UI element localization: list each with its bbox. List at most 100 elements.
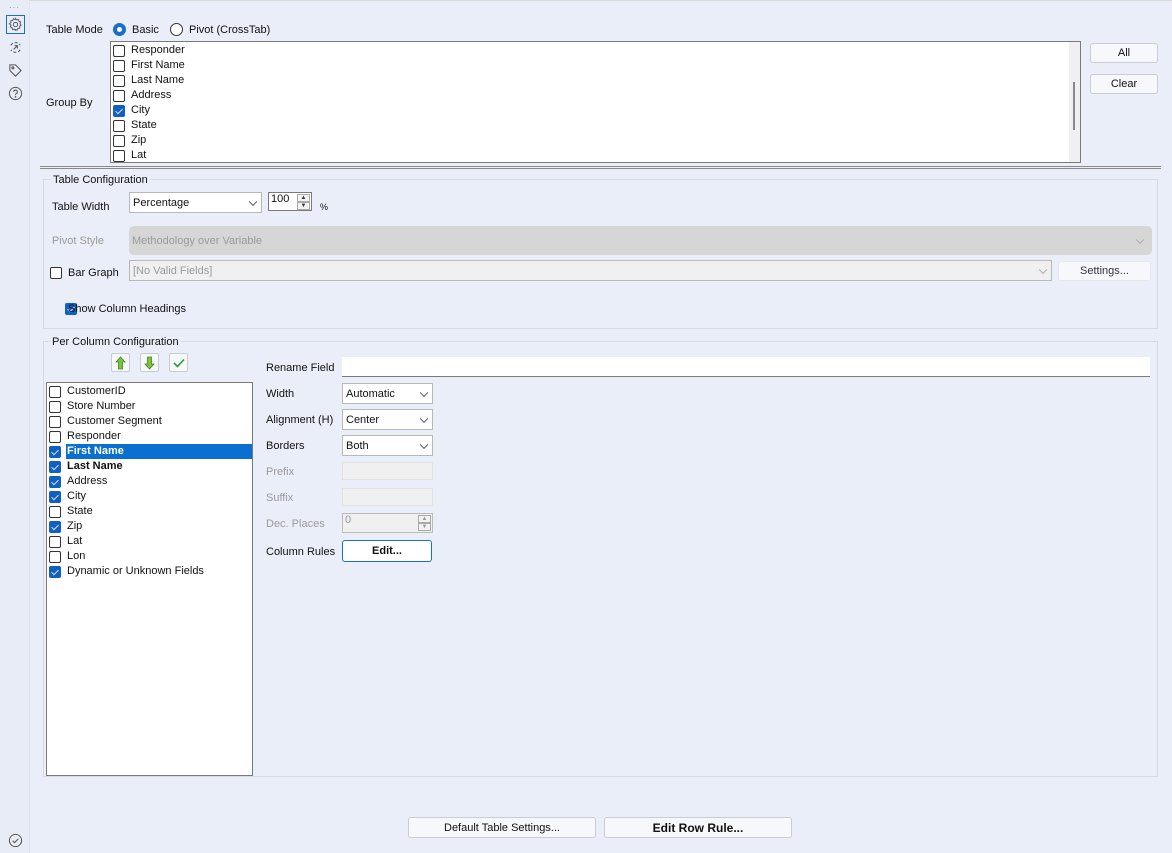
spin-up-icon: ▲ [418,515,431,523]
group-by-item-checkbox[interactable] [113,59,125,72]
column-item-checkbox[interactable] [49,535,61,548]
column-list-item[interactable]: City [47,489,252,504]
suffix-input [342,488,433,506]
show-column-headings-label[interactable]: Show Column Headings [68,303,186,315]
group-by-item[interactable]: First Name [111,58,1080,73]
group-by-item-label: City [131,104,150,116]
alignment-value: Center [346,413,380,426]
connection-arrow-icon[interactable] [6,38,25,57]
help-icon[interactable] [6,84,25,103]
table-width-number-spinner[interactable]: 100 ▲ ▼ [268,192,312,211]
group-by-item-checkbox[interactable] [113,89,125,102]
column-item-checkbox[interactable] [49,400,61,413]
alignment-select[interactable]: Center [342,409,433,430]
column-item-checkbox[interactable] [49,460,61,473]
column-list-item[interactable]: CustomerID [47,384,252,399]
column-item-label: Dynamic or Unknown Fields [67,565,204,577]
group-by-item[interactable]: City [111,103,1080,118]
column-list-item[interactable]: Customer Segment [47,414,252,429]
spin-down-icon: ▼ [418,523,431,531]
top-border [0,0,1172,1]
move-up-button[interactable] [111,353,130,372]
table-width-select[interactable]: Percentage [129,192,262,213]
radio-basic[interactable] [113,23,126,36]
column-item-checkbox[interactable] [49,550,61,563]
group-by-item[interactable]: Lat [111,148,1080,162]
column-item-label: Last Name [67,460,123,472]
spin-down-icon[interactable]: ▼ [297,202,310,210]
column-list-item[interactable]: Store Number [47,399,252,414]
column-width-select[interactable]: Automatic [342,383,433,404]
settings-gear-icon[interactable] [6,15,25,34]
column-item-checkbox[interactable] [49,475,61,488]
column-item-checkbox[interactable] [49,415,61,428]
edit-column-rules-button[interactable]: Edit... [342,540,432,562]
group-by-item-checkbox[interactable] [113,74,125,87]
group-by-label: Group By [46,97,93,109]
prefix-label: Prefix [266,466,295,478]
column-item-checkbox[interactable] [49,490,61,503]
edit-row-rule-button[interactable]: Edit Row Rule... [604,817,792,838]
column-list-item[interactable]: Responder [47,429,252,444]
column-item-label: Address [67,475,108,487]
column-list-item[interactable]: State [47,504,252,519]
column-item-label: Responder [67,430,121,442]
column-item-checkbox[interactable] [49,505,61,518]
group-by-item[interactable]: Address [111,88,1080,103]
sidebar: ··· [0,0,30,853]
column-list-item[interactable]: Address [47,474,252,489]
group-by-item-checkbox[interactable] [113,134,125,147]
radio-pivot[interactable] [170,23,183,36]
move-down-icon [144,356,155,370]
check-all-button[interactable] [169,353,188,372]
check-all-icon [172,358,185,368]
group-by-item-checkbox[interactable] [113,104,125,117]
group-by-scrollbar[interactable] [1069,42,1080,162]
table-width-value: Percentage [133,196,190,209]
spin-up-icon[interactable]: ▲ [297,194,310,202]
radio-pivot-label[interactable]: Pivot (CrossTab) [189,24,270,36]
column-list-item[interactable]: Zip [47,519,252,534]
columns-list[interactable]: CustomerID Store Number Customer Segment Re… [46,382,253,776]
group-by-item-checkbox[interactable] [113,44,125,57]
column-item-checkbox[interactable] [49,520,61,533]
width-label: Width [266,388,295,400]
chevron-down-icon [419,440,429,449]
group-by-item[interactable]: State [111,118,1080,133]
tag-icon[interactable] [6,61,25,80]
column-item-checkbox[interactable] [49,385,61,398]
bar-graph-label[interactable]: Bar Graph [68,267,119,279]
column-item-label: Zip [67,520,83,532]
column-item-checkbox[interactable] [49,445,61,458]
column-item-checkbox[interactable] [49,430,61,443]
move-down-button[interactable] [140,353,159,372]
scrollbar-thumb[interactable] [1073,82,1075,130]
column-item-checkbox[interactable] [49,565,61,578]
group-by-item[interactable]: Zip [111,133,1080,148]
group-by-item-checkbox[interactable] [113,119,125,132]
column-list-item[interactable]: First Name [47,444,252,459]
table-width-label: Table Width [52,201,110,213]
group-by-item[interactable]: Last Name [111,73,1080,88]
column-list-item[interactable]: Lat [47,534,252,549]
column-list-item[interactable]: Dynamic or Unknown Fields [47,564,252,579]
chevron-down-icon [1038,265,1048,274]
group-by-item-label: First Name [131,59,185,71]
borders-select[interactable]: Both [342,435,433,456]
bar-graph-settings-button[interactable]: Settings... [1058,261,1151,281]
column-item-label: First Name [66,444,252,459]
group-by-list[interactable]: Responder First Name Last Name Address City S… [110,41,1081,163]
drag-handle-icon[interactable]: ··· [9,3,20,12]
column-item-label: City [67,490,86,502]
default-table-settings-button[interactable]: Default Table Settings... [408,817,596,838]
select-all-button[interactable]: All [1090,43,1158,63]
group-by-item-checkbox[interactable] [113,149,125,162]
rename-field-input[interactable] [342,357,1150,377]
group-by-item[interactable]: Responder [111,43,1080,58]
column-rules-label: Column Rules [266,546,336,558]
clear-button[interactable]: Clear [1090,74,1158,94]
bar-graph-checkbox[interactable] [50,267,62,280]
column-list-item[interactable]: Lon [47,549,252,564]
radio-basic-label[interactable]: Basic [132,24,159,36]
column-list-item[interactable]: Last Name [47,459,252,474]
